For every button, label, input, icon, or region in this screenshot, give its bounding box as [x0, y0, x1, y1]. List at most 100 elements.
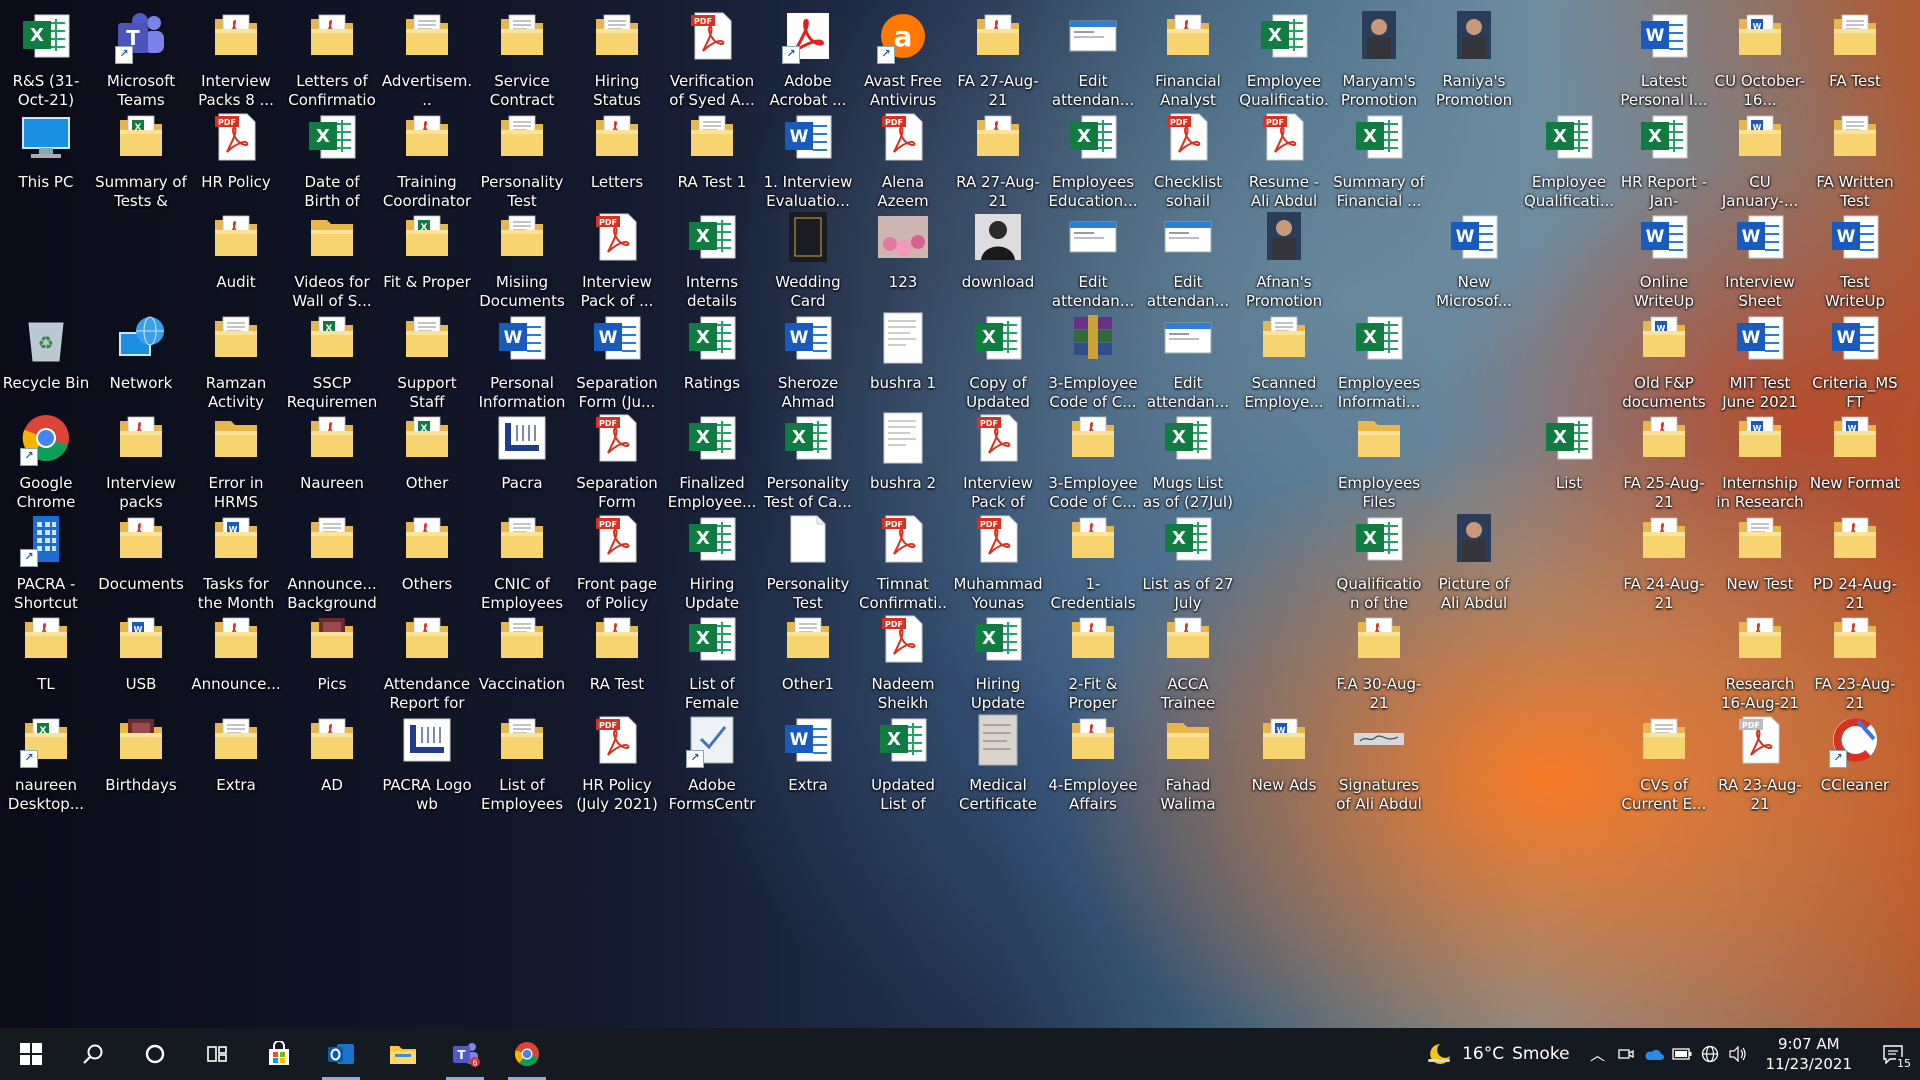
- image-doc-icon: [875, 310, 931, 366]
- excel-icon: X: [18, 8, 74, 64]
- desktop-icon-label: New Ads: [1251, 776, 1317, 794]
- taskbar-teams[interactable]: T6: [434, 1028, 496, 1080]
- svg-text:♻: ♻: [38, 333, 54, 354]
- excel-icon: X: [875, 712, 931, 768]
- pdf-icon: PDF: [970, 511, 1026, 567]
- folder-doc-icon: [494, 712, 550, 768]
- desktop-icon-label: bushra 1: [869, 374, 937, 392]
- cortana-button[interactable]: [124, 1028, 186, 1080]
- word-icon: W: [780, 109, 836, 165]
- svg-text:PDF: PDF: [1170, 118, 1188, 127]
- desktop-icon-label: bushra 2: [869, 474, 937, 492]
- desktop-icon-label: Picture of Ali Abdul Reh...: [1438, 575, 1510, 612]
- svg-text:W: W: [1456, 227, 1475, 247]
- svg-text:X: X: [696, 628, 710, 649]
- folder-pdf-icon: [208, 209, 264, 265]
- meet-now-icon[interactable]: [1612, 1028, 1640, 1080]
- desktop-icon[interactable]: List of Employees: [476, 706, 568, 826]
- desktop-icon[interactable]: PACRA Logo wb: [381, 706, 473, 826]
- folder-excel-icon: X: [113, 109, 169, 165]
- desktop-icon-label: Other: [405, 474, 449, 492]
- volume-icon[interactable]: [1724, 1028, 1752, 1080]
- onedrive-icon[interactable]: [1640, 1028, 1668, 1080]
- desktop-icon[interactable]: X Updated List of Employe...: [857, 706, 949, 826]
- desktop-icon[interactable]: 4-Employee Affairs: [1047, 706, 1139, 826]
- desktop-icon-label: Extra: [788, 776, 828, 794]
- photo-icon: [1446, 511, 1502, 567]
- word-icon: W: [780, 310, 836, 366]
- desktop-icon[interactable]: Birthdays: [95, 706, 187, 826]
- pdf-icon: PDF: [589, 712, 645, 768]
- desktop-icon-label: List: [1555, 474, 1583, 492]
- desktop-icon[interactable]: Fahad Walima: [1142, 706, 1234, 826]
- desktop-icon-label: Letters: [590, 173, 644, 191]
- desktop-icon[interactable]: W New Ads: [1238, 706, 1330, 826]
- desktop-icon-label: New Microsof...: [1436, 273, 1512, 310]
- folder-doc-icon: [1256, 310, 1312, 366]
- action-center-button[interactable]: 15: [1866, 1028, 1920, 1080]
- start-button[interactable]: [0, 1028, 62, 1080]
- taskbar-outlook[interactable]: [310, 1028, 372, 1080]
- desktop-icon[interactable]: AD: [286, 706, 378, 826]
- desktop-icon[interactable]: Medical Certificate: [952, 706, 1044, 826]
- desktop-icon[interactable]: W Extra: [762, 706, 854, 826]
- taskbar-chrome[interactable]: [496, 1028, 558, 1080]
- svg-text:W: W: [790, 127, 809, 147]
- desktop-icon[interactable]: X ↗ naureen Desktop...: [0, 706, 92, 826]
- shortcut-arrow-icon: ↗: [20, 549, 38, 567]
- desktop-icon[interactable]: CVs of Current E...: [1618, 706, 1710, 826]
- svg-text:X: X: [696, 427, 710, 448]
- desktop-icon[interactable]: Raniya's Promotion: [1428, 2, 1520, 122]
- word-icon: W: [1446, 209, 1502, 265]
- desktop-icon[interactable]: X List: [1523, 404, 1615, 524]
- folder-doc-icon: [208, 712, 264, 768]
- desktop-icon[interactable]: PDF HR Policy (July 2021): [571, 706, 663, 826]
- desktop-icon-label: RA 23-Aug-21: [1718, 776, 1802, 813]
- svg-text:a: a: [894, 20, 913, 53]
- folder-word-icon: W: [1732, 410, 1788, 466]
- taskbar-store[interactable]: [248, 1028, 310, 1080]
- network-globe-icon[interactable]: [1696, 1028, 1724, 1080]
- desktop-icon-label: AD: [321, 776, 343, 794]
- weather-widget[interactable]: 16°C Smoke: [1426, 1042, 1583, 1066]
- folder-word-icon: W: [1827, 410, 1883, 466]
- task-view-button[interactable]: [186, 1028, 248, 1080]
- svg-text:PDF: PDF: [1266, 118, 1284, 127]
- desktop-icon[interactable]: X Summary of Financial ...: [1333, 103, 1425, 223]
- excel-icon: X: [1351, 109, 1407, 165]
- desktop-icon[interactable]: Signatures of Ali Abdul R...: [1333, 706, 1425, 826]
- svg-text:PDF: PDF: [1742, 721, 1760, 730]
- desktop-icon[interactable]: X Summary of Tests & Int...: [95, 103, 187, 223]
- battery-icon[interactable]: [1668, 1028, 1696, 1080]
- shortcut-arrow-icon: ↗: [686, 750, 704, 768]
- desktop[interactable]: X R&S (31-Oct-21) T ↗ Microsoft Teams Interv…: [0, 0, 1920, 1028]
- folder-doc-icon: [494, 209, 550, 265]
- windows-icon: [20, 1043, 42, 1065]
- desktop-icon[interactable]: Picture of Ali Abdul Reh...: [1428, 505, 1520, 625]
- desktop-icon-label: CCleaner: [1820, 776, 1890, 794]
- desktop-icon[interactable]: This PC: [0, 103, 92, 223]
- word-icon: W: [1636, 209, 1692, 265]
- excel-icon: X: [970, 611, 1026, 667]
- folder-pdf-icon: [1065, 611, 1121, 667]
- desktop-icon[interactable]: PDF RA 23-Aug-21: [1714, 706, 1806, 826]
- desktop-icon[interactable]: ↗ CCleaner: [1809, 706, 1901, 826]
- task-view-icon: [207, 1046, 227, 1062]
- desktop-icon[interactable]: Extra: [190, 706, 282, 826]
- desktop-icon-label: Fit & Proper: [383, 273, 471, 291]
- desktop-icon[interactable]: Scanned Employe...: [1238, 304, 1330, 424]
- clock[interactable]: 9:07 AM 11/23/2021: [1752, 1034, 1866, 1074]
- desktop-icon-label: Other1: [781, 675, 835, 693]
- desktop-icon[interactable]: ↗ Adobe FormsCentral: [666, 706, 758, 826]
- desktop-icon[interactable]: X Employee Qualificati...: [1523, 103, 1615, 223]
- desktop-icon[interactable]: FA 24-Aug-21: [1618, 505, 1710, 625]
- desktop-icon[interactable]: W New Microsof...: [1428, 203, 1520, 323]
- signature-icon: [1351, 712, 1407, 768]
- svg-text:X: X: [1553, 126, 1567, 147]
- search-button[interactable]: [62, 1028, 124, 1080]
- svg-text:X: X: [1553, 427, 1567, 448]
- taskbar-file-explorer[interactable]: [372, 1028, 434, 1080]
- desktop-icon-label: Pics: [317, 675, 347, 693]
- pdf-icon: PDF: [589, 511, 645, 567]
- chevron-up-icon[interactable]: ︿: [1584, 1028, 1612, 1080]
